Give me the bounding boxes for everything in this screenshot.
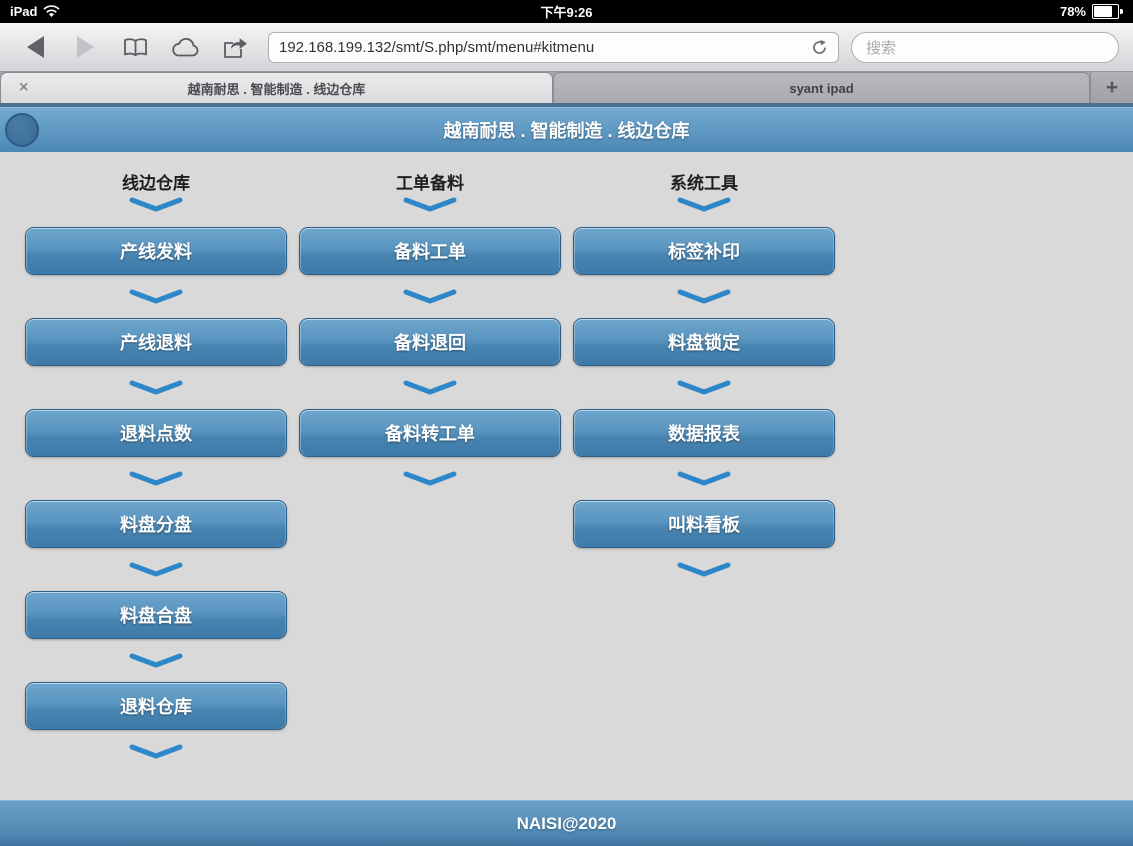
home-circle-button[interactable]	[5, 113, 39, 147]
url-text: 192.168.199.132/smt/S.php/smt/menu#kitme…	[279, 39, 594, 56]
status-left: iPad	[10, 4, 60, 19]
bookmarks-book-icon	[122, 37, 149, 58]
page-footer: NAISI@2020	[0, 800, 1133, 846]
column-header: 系统工具	[670, 174, 738, 194]
cloud-icon	[170, 37, 200, 58]
search-input[interactable]: 搜索	[851, 32, 1119, 63]
new-tab-button[interactable]: +	[1090, 72, 1133, 103]
icloud-tabs-button[interactable]	[164, 28, 206, 66]
search-placeholder: 搜索	[866, 37, 896, 58]
forward-button[interactable]	[64, 28, 106, 66]
device-label: iPad	[10, 4, 37, 19]
menu-button[interactable]: 备料退回	[299, 318, 561, 366]
chevron-down-icon	[127, 379, 185, 396]
plus-icon: +	[1106, 76, 1118, 100]
app-header: 越南耐思 . 智能制造 . 线边仓库	[0, 107, 1133, 152]
chevron-down-icon	[401, 196, 459, 213]
chevron-down-icon	[675, 196, 733, 213]
reload-button[interactable]	[811, 39, 828, 56]
bookmarks-button[interactable]	[114, 28, 156, 66]
footer-text: NAISI@2020	[517, 814, 617, 834]
status-bar: iPad 下午9:26 78%	[0, 0, 1133, 23]
back-button[interactable]	[14, 28, 56, 66]
battery-icon	[1092, 4, 1123, 19]
menu-button[interactable]: 料盘合盘	[25, 591, 287, 639]
menu-column-3: 系统工具标签补印料盘锁定数据报表叫料看板	[573, 174, 835, 800]
menu-button[interactable]: 标签补印	[573, 227, 835, 275]
chevron-down-icon	[127, 652, 185, 669]
chevron-down-icon	[675, 470, 733, 487]
menu-button[interactable]: 叫料看板	[573, 500, 835, 548]
chevron-down-icon	[127, 470, 185, 487]
ipad-screen: iPad 下午9:26 78%	[0, 0, 1133, 846]
menu-button[interactable]: 料盘锁定	[573, 318, 835, 366]
column-header: 工单备料	[396, 174, 464, 194]
chevron-down-icon	[127, 743, 185, 760]
tab-active-kitmenu[interactable]: × 越南耐思 . 智能制造 . 线边仓库	[0, 72, 553, 103]
chevron-down-icon	[127, 196, 185, 213]
chevron-down-icon	[675, 288, 733, 305]
status-time: 下午9:26	[0, 2, 1133, 21]
menu-column-1: 线边仓库产线发料产线退料退料点数料盘分盘料盘合盘退料仓库	[25, 174, 287, 800]
tab-title: syant ipad	[789, 81, 853, 96]
chevron-down-icon	[401, 470, 459, 487]
menu-button[interactable]: 数据报表	[573, 409, 835, 457]
menu-button[interactable]: 产线退料	[25, 318, 287, 366]
chevron-down-icon	[127, 561, 185, 578]
menu-button[interactable]: 退料点数	[25, 409, 287, 457]
tab-inactive-syant-ipad[interactable]: syant ipad	[553, 72, 1090, 103]
column-header: 线边仓库	[122, 174, 190, 194]
close-tab-icon[interactable]: ×	[19, 80, 28, 96]
reload-icon	[811, 39, 828, 56]
battery-percent: 78%	[1060, 4, 1086, 19]
chevron-down-icon	[401, 288, 459, 305]
page-title: 越南耐思 . 智能制造 . 线边仓库	[443, 117, 689, 143]
back-icon	[27, 36, 44, 58]
url-bar[interactable]: 192.168.199.132/smt/S.php/smt/menu#kitme…	[268, 32, 839, 63]
tab-title: 越南耐思 . 智能制造 . 线边仓库	[188, 79, 366, 98]
browser-toolbar: 192.168.199.132/smt/S.php/smt/menu#kitme…	[0, 23, 1133, 72]
status-right: 78%	[1060, 4, 1123, 19]
wifi-icon	[43, 5, 60, 18]
chevron-down-icon	[401, 379, 459, 396]
menu-button[interactable]: 备料工单	[299, 227, 561, 275]
share-icon	[221, 36, 249, 59]
share-button[interactable]	[214, 28, 256, 66]
chevron-down-icon	[675, 379, 733, 396]
menu-content: 线边仓库产线发料产线退料退料点数料盘分盘料盘合盘退料仓库工单备料备料工单备料退回…	[0, 152, 1133, 800]
menu-column-2: 工单备料备料工单备料退回备料转工单	[299, 174, 561, 800]
tab-bar: × 越南耐思 . 智能制造 . 线边仓库 syant ipad +	[0, 72, 1133, 103]
chevron-down-icon	[127, 288, 185, 305]
chevron-down-icon	[675, 561, 733, 578]
menu-button[interactable]: 退料仓库	[25, 682, 287, 730]
menu-button[interactable]: 料盘分盘	[25, 500, 287, 548]
forward-icon	[77, 36, 94, 58]
menu-button[interactable]: 备料转工单	[299, 409, 561, 457]
menu-button[interactable]: 产线发料	[25, 227, 287, 275]
